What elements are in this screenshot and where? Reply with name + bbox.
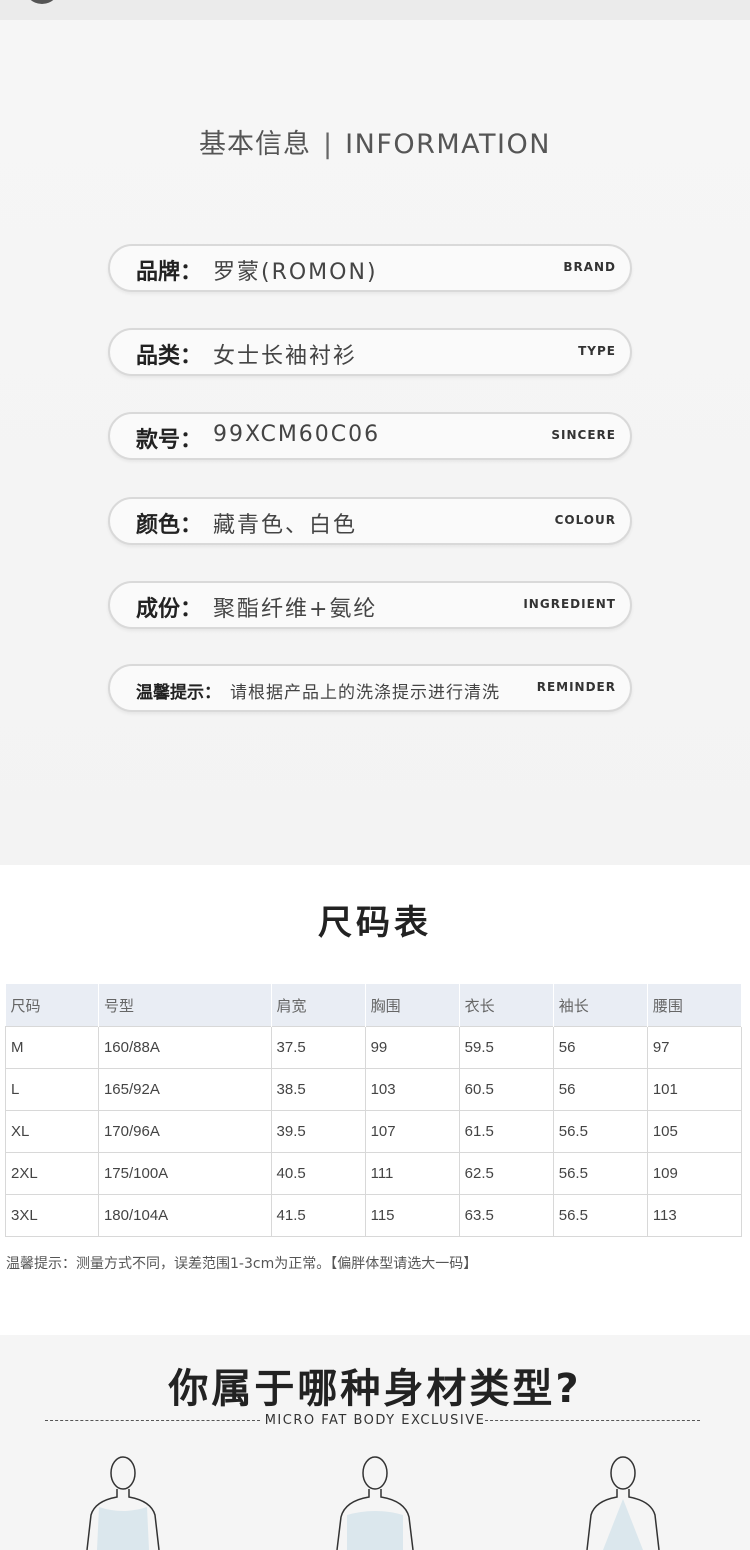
table-header-row: 尺码 号型 肩宽 胸围 衣长 袖长 腰围 xyxy=(5,984,743,1027)
info-row-label: 成份： xyxy=(136,597,203,622)
table-cell: 56 xyxy=(552,1026,648,1069)
table-cell: 160/88A xyxy=(97,1026,272,1069)
body-type-subtitle: MICRO FAT BODY EXCLUSIVE xyxy=(264,1413,486,1428)
table-cell: 56 xyxy=(552,1068,648,1111)
table-cell: 111 xyxy=(364,1152,460,1195)
info-row-en: REMINDER xyxy=(536,680,616,694)
table-cell: 61.5 xyxy=(458,1110,554,1153)
body-type-title: 你属于哪种身材类型? xyxy=(168,1366,582,1412)
table-cell: 175/100A xyxy=(97,1152,272,1195)
info-row-label: 款号： xyxy=(136,428,203,453)
table-cell: 38.5 xyxy=(270,1068,366,1111)
info-title-en: INFORMATION xyxy=(345,129,551,160)
table-cell: 180/104A xyxy=(97,1194,272,1237)
table-header-cell: 肩宽 xyxy=(271,984,366,1027)
table-header-cell: 腰围 xyxy=(647,984,743,1027)
body-figure-icon xyxy=(336,1456,414,1550)
body-figure-icon xyxy=(586,1456,660,1550)
size-table: 尺码 号型 肩宽 胸围 衣长 袖长 腰围 M 160/88A 37.5 99 5… xyxy=(5,984,743,1237)
table-cell: M xyxy=(5,1026,99,1069)
table-row: M 160/88A 37.5 99 59.5 56 97 xyxy=(5,1026,743,1069)
table-cell: 60.5 xyxy=(458,1068,554,1111)
table-cell: 165/92A xyxy=(97,1068,272,1111)
table-cell: 2XL xyxy=(5,1152,99,1195)
info-row-value: 女士长袖衬衫 xyxy=(213,344,358,369)
table-cell: 39.5 xyxy=(270,1110,366,1153)
table-cell: 40.5 xyxy=(270,1152,366,1195)
info-row-colour: 颜色： 藏青色、白色 COLOUR xyxy=(108,497,632,545)
info-row-value: 聚酯纤维+氨纶 xyxy=(213,597,378,622)
info-row-en: TYPE xyxy=(578,344,616,358)
table-cell: 56.5 xyxy=(552,1194,648,1237)
table-header-cell: 尺码 xyxy=(5,984,99,1027)
info-row-en: INGREDIENT xyxy=(523,597,616,611)
table-cell: 3XL xyxy=(5,1194,99,1237)
info-title-cn: 基本信息 xyxy=(199,129,312,160)
info-title-separator: | xyxy=(323,129,334,160)
table-cell: 105 xyxy=(646,1110,743,1153)
info-row-brand: 品牌： 罗蒙(ROMON) BRAND xyxy=(108,244,632,292)
size-chart-note: 温馨提示：测量方式不同，误差范围1-3cm为正常。【偏胖体型请选大一码】 xyxy=(6,1256,478,1272)
table-cell: 99 xyxy=(364,1026,460,1069)
table-cell: 56.5 xyxy=(552,1110,648,1153)
table-row: XL 170/96A 39.5 107 61.5 56.5 105 xyxy=(5,1110,743,1153)
body-figure-icon xyxy=(86,1456,160,1550)
table-cell: 56.5 xyxy=(552,1152,648,1195)
info-row-value: 99XCM60C06 xyxy=(213,422,381,447)
table-cell: 62.5 xyxy=(458,1152,554,1195)
table-cell: XL xyxy=(5,1110,99,1153)
info-row-type: 品类： 女士长袖衬衫 TYPE xyxy=(108,328,632,376)
table-cell: 37.5 xyxy=(270,1026,366,1069)
info-row-value: 罗蒙(ROMON) xyxy=(213,260,378,285)
info-row-value: 请根据产品上的洗涤提示进行清洗 xyxy=(230,683,500,703)
table-row: L 165/92A 38.5 103 60.5 56 101 xyxy=(5,1068,743,1111)
table-cell: 170/96A xyxy=(97,1110,272,1153)
info-row-label: 品类： xyxy=(136,344,203,369)
table-cell: 59.5 xyxy=(458,1026,554,1069)
table-cell: 113 xyxy=(646,1194,743,1237)
table-cell: 101 xyxy=(646,1068,743,1111)
table-cell: 109 xyxy=(646,1152,743,1195)
info-row-ingredient: 成份： 聚酯纤维+氨纶 INGREDIENT xyxy=(108,581,632,629)
info-row-sincere: 款号： 99XCM60C06 SINCERE xyxy=(108,412,632,460)
table-cell: L xyxy=(5,1068,99,1111)
table-header-cell: 胸围 xyxy=(365,984,460,1027)
info-row-en: SINCERE xyxy=(551,428,616,442)
info-row-en: BRAND xyxy=(563,260,616,274)
table-cell: 41.5 xyxy=(270,1194,366,1237)
table-row: 2XL 175/100A 40.5 111 62.5 56.5 109 xyxy=(5,1152,743,1195)
table-cell: 97 xyxy=(646,1026,743,1069)
info-row-label: 品牌： xyxy=(136,260,203,285)
table-row: 3XL 180/104A 41.5 115 63.5 56.5 113 xyxy=(5,1194,743,1237)
table-header-cell: 衣长 xyxy=(459,984,554,1027)
table-header-cell: 号型 xyxy=(98,984,272,1027)
size-chart-title: 尺码表 xyxy=(318,903,432,943)
table-header-cell: 袖长 xyxy=(553,984,648,1027)
info-row-en: COLOUR xyxy=(554,513,616,527)
info-title: 基本信息 | INFORMATION xyxy=(0,122,750,161)
info-row-label: 温馨提示： xyxy=(136,683,221,703)
table-cell: 107 xyxy=(364,1110,460,1153)
table-cell: 103 xyxy=(364,1068,460,1111)
info-row-label: 颜色： xyxy=(136,513,203,538)
avatar-icon xyxy=(24,0,60,4)
table-cell: 115 xyxy=(364,1194,460,1237)
info-row-value: 藏青色、白色 xyxy=(213,513,358,538)
top-strip xyxy=(0,0,750,20)
table-cell: 63.5 xyxy=(458,1194,554,1237)
info-row-reminder: 温馨提示： 请根据产品上的洗涤提示进行清洗 REMINDER xyxy=(108,664,632,712)
